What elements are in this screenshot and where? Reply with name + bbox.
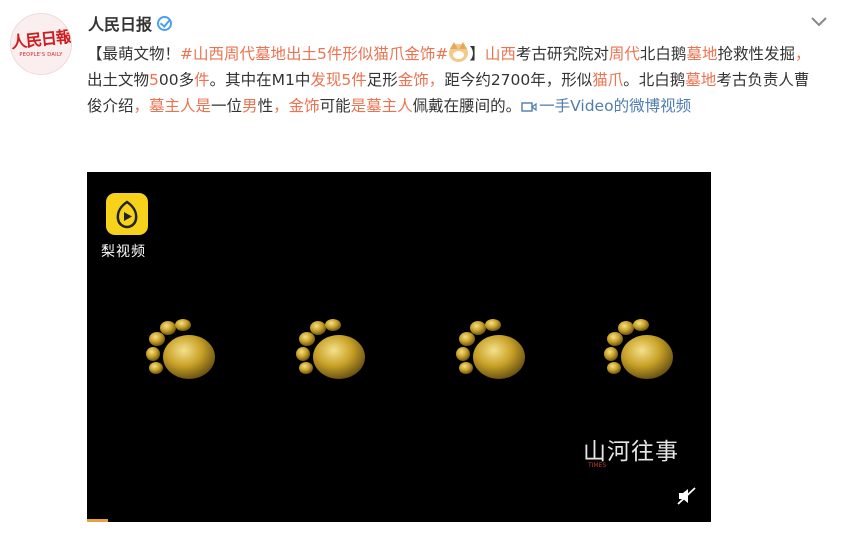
post-text-segment: 。其中在M1中 xyxy=(209,71,311,89)
video-camera-icon xyxy=(521,102,537,112)
highlighted-text: ，墓主人是 xyxy=(133,97,212,115)
mute-icon[interactable] xyxy=(677,487,697,505)
account-avatar[interactable]: 人民日報 PEOPLE'S DAILY xyxy=(10,13,72,75)
highlighted-text: 墓地 xyxy=(686,45,718,63)
account-header: 人民日报 xyxy=(88,10,173,36)
post-text-segment: 性 xyxy=(257,97,274,115)
highlighted-text: 墓地 xyxy=(685,71,717,89)
video-link[interactable]: 一手Video的微博视频 xyxy=(521,97,691,115)
post-text-segment: 足形 xyxy=(366,71,398,89)
cat-paw-ornament xyxy=(456,319,525,379)
verified-badge-icon xyxy=(157,15,173,31)
post-text-segment: 考古研究院对 xyxy=(515,45,609,63)
video-progress-bar[interactable] xyxy=(87,519,109,522)
cat-face-emoji xyxy=(449,42,469,62)
video-source-label: 梨视频 xyxy=(101,244,146,260)
post-text-segment: 可能 xyxy=(319,97,351,115)
post-text-segment: 出土文物 xyxy=(87,71,150,89)
cat-paw-ornament xyxy=(604,319,673,379)
post-text-segment: 距今约2700年，形似 xyxy=(444,71,593,89)
highlighted-text: 件 xyxy=(194,71,210,89)
post-text-segment: 】 xyxy=(469,45,485,63)
video-link-label: 一手Video的微博视频 xyxy=(539,97,692,115)
highlighted-text: 金饰 xyxy=(397,71,429,89)
highlighted-text: 是墓主人 xyxy=(350,97,413,115)
highlighted-text: 猫爪 xyxy=(592,71,624,89)
account-name[interactable]: 人民日报 xyxy=(88,11,152,35)
post-text-segment: 00多 xyxy=(158,71,195,89)
avatar-logo-subtext: PEOPLE'S DAILY xyxy=(19,51,63,58)
hashtag-topic-link[interactable]: #山西周代墓地出土5件形似猫爪金饰# xyxy=(180,45,448,63)
video-watermark-subtext: TIMES xyxy=(588,462,607,469)
highlighted-text: ， xyxy=(428,71,445,89)
post-text-segment: 一位 xyxy=(211,97,243,115)
highlighted-text: 男 xyxy=(242,97,258,115)
highlighted-text: ，金饰 xyxy=(273,97,320,115)
post-text-segment: 北白鹅 xyxy=(639,45,687,63)
highlighted-text: 周代 xyxy=(608,45,640,63)
post-text-segment: 【最萌文物！ xyxy=(87,45,181,63)
post-text-segment: 。北白鹅 xyxy=(623,71,686,89)
video-player[interactable]: 梨视频 山河往事 TIMES xyxy=(87,172,711,522)
post-text-segment: 佩戴在腰间的。 xyxy=(412,97,522,115)
cat-paw-ornament xyxy=(296,319,365,379)
highlighted-text: ， xyxy=(794,45,811,63)
highlighted-text: 发现5件 xyxy=(310,71,367,89)
highlighted-text: 5 xyxy=(149,71,159,89)
video-watermark: 山河往事 xyxy=(583,439,679,465)
post-text: 【最萌文物！#山西周代墓地出土5件形似猫爪金饰# 】山西考古研究院对周代北白鹅墓地… xyxy=(87,41,817,119)
avatar-logo-text: 人民日報 xyxy=(10,26,72,52)
chevron-down-icon[interactable] xyxy=(810,16,828,28)
cat-paw-ornament xyxy=(146,319,215,379)
pear-video-logo-icon xyxy=(106,193,148,235)
highlighted-text: 山西 xyxy=(484,45,516,63)
post-text-segment: 抢救性发掘 xyxy=(717,45,795,63)
